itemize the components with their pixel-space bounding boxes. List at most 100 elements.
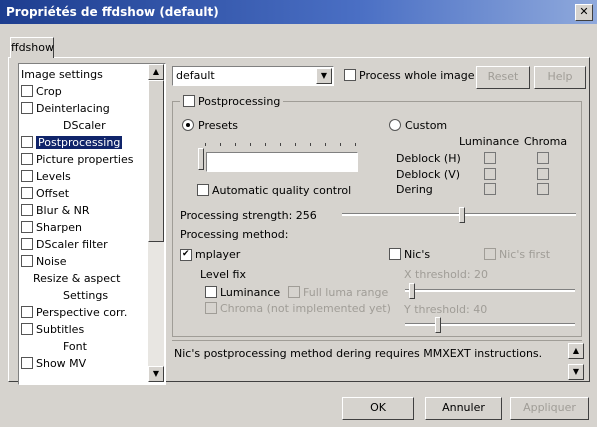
process-whole-image-checkbox[interactable]: Process whole image [344, 69, 475, 82]
method-label: Processing method: [180, 228, 289, 241]
nics-checkbox[interactable]: Nic's [389, 248, 430, 261]
deblock-h-luma-checkbox[interactable] [484, 152, 496, 164]
sidebar-item-label: Offset [36, 187, 70, 200]
sidebar-item-label: DScaler filter [36, 238, 108, 251]
sidebar-item-checkbox[interactable] [21, 204, 33, 216]
dering-label: Dering [396, 183, 433, 196]
x-threshold-track[interactable] [405, 289, 575, 292]
sidebar-item[interactable]: Levels [21, 168, 71, 185]
sidebar-item[interactable]: Deinterlacing [21, 100, 110, 117]
strength-slider[interactable] [459, 207, 465, 223]
scroll-down-icon[interactable]: ▼ [148, 366, 164, 382]
deblock-v-chroma-checkbox[interactable] [537, 168, 549, 180]
custom-radio[interactable]: Custom [389, 119, 447, 132]
sidebar-item[interactable]: DScaler [63, 117, 106, 134]
sidebar-item[interactable]: Offset [21, 185, 69, 202]
sidebar-item[interactable]: Resize & aspect [33, 270, 120, 287]
custom-label: Custom [405, 119, 448, 132]
postprocessing-group-label: Postprocessing [198, 95, 281, 108]
postprocessing-checkbox[interactable] [183, 95, 195, 107]
luminance-box[interactable] [205, 286, 217, 298]
sidebar-item[interactable]: Perspective corr. [21, 304, 127, 321]
auto-quality-checkbox[interactable]: Automatic quality control [197, 184, 351, 197]
presets-radio-button[interactable] [182, 119, 194, 131]
sidebar-item-checkbox[interactable] [21, 102, 33, 114]
nics-label: Nic's [404, 248, 431, 261]
sidebar-item-checkbox[interactable] [21, 255, 33, 267]
sidebar-item-label: Subtitles [36, 323, 85, 336]
presets-radio[interactable]: Presets [182, 119, 238, 132]
deblock-h-chroma-checkbox[interactable] [537, 152, 549, 164]
chevron-down-icon[interactable]: ▼ [316, 68, 332, 84]
help-button[interactable]: Help [534, 66, 586, 89]
tree-scrollbar[interactable]: ▲ ▼ [148, 64, 164, 382]
sidebar-item-checkbox[interactable] [21, 238, 33, 250]
sidebar-item[interactable]: Sharpen [21, 219, 82, 236]
sidebar-item-checkbox[interactable] [21, 306, 33, 318]
nics-first-checkbox[interactable]: Nic's first [484, 248, 550, 261]
sidebar-item[interactable]: Show MV [21, 355, 86, 372]
chroma-box[interactable] [205, 302, 217, 314]
full-luma-checkbox[interactable]: Full luma range [288, 286, 388, 299]
mplayer-box[interactable] [180, 249, 192, 261]
sidebar-item[interactable]: DScaler filter [21, 236, 108, 253]
luminance-checkbox[interactable]: Luminance [205, 286, 280, 299]
sidebar-item-label: Noise [36, 255, 67, 268]
sidebar-item[interactable]: Font [63, 338, 87, 355]
postprocessing-toggle[interactable]: Postprocessing [180, 95, 284, 108]
sidebar-item[interactable]: Settings [63, 287, 108, 304]
sidebar-item-checkbox[interactable] [21, 153, 33, 165]
title-bar[interactable]: Propriétés de ffdshow (default) ✕ [0, 0, 597, 24]
full-luma-box[interactable] [288, 286, 300, 298]
y-threshold-track[interactable] [405, 323, 575, 326]
sidebar-item-label: Picture properties [36, 153, 134, 166]
dering-chroma-checkbox[interactable] [537, 183, 549, 195]
sidebar-item-checkbox[interactable] [21, 357, 33, 369]
sidebar-item-checkbox[interactable] [21, 85, 33, 97]
settings-tree[interactable]: Image settings Crop Deinterlacing DScaler Po… [18, 63, 166, 385]
sidebar-item-checkbox[interactable] [21, 187, 33, 199]
tab-ffdshow[interactable]: ffdshow [10, 37, 54, 58]
sidebar-item[interactable]: Picture properties [21, 151, 133, 168]
sidebar-item[interactable]: Blur & NR [21, 202, 90, 219]
close-icon[interactable]: ✕ [575, 4, 593, 21]
sidebar-item-checkbox[interactable] [21, 136, 33, 148]
y-threshold-slider[interactable] [435, 317, 441, 333]
sidebar-item-checkbox[interactable] [21, 323, 33, 335]
sidebar-item-label: Image settings [21, 68, 103, 81]
reset-button[interactable]: Reset [476, 66, 530, 89]
sidebar-item[interactable]: Noise [21, 253, 67, 270]
x-threshold-slider[interactable] [409, 283, 415, 299]
nics-first-box[interactable] [484, 248, 496, 260]
custom-radio-button[interactable] [389, 119, 401, 131]
scroll-thumb[interactable] [148, 80, 164, 242]
chroma-checkbox[interactable]: Chroma (not implemented yet) [205, 302, 391, 315]
preset-level-slider[interactable] [198, 148, 204, 170]
status-scroll-down-icon[interactable]: ▼ [568, 364, 584, 380]
dering-luma-checkbox[interactable] [484, 183, 496, 195]
status-scroll-up-icon[interactable]: ▲ [568, 343, 584, 359]
tick-mark [355, 143, 356, 146]
ok-button[interactable]: OK [342, 397, 414, 420]
tick-mark [250, 143, 251, 146]
cancel-button[interactable]: Annuler [425, 397, 502, 420]
preset-select[interactable]: default ▼ [172, 66, 334, 86]
sidebar-item[interactable]: Crop [21, 83, 62, 100]
sidebar-item[interactable]: Image settings [21, 66, 103, 83]
sidebar-item[interactable]: Postprocessing [21, 134, 123, 151]
mplayer-checkbox[interactable]: mplayer [180, 248, 240, 261]
deblock-v-luma-checkbox[interactable] [484, 168, 496, 180]
apply-button[interactable]: Appliquer [510, 397, 589, 420]
nics-first-label: Nic's first [499, 248, 551, 261]
sidebar-item-checkbox[interactable] [21, 221, 33, 233]
scroll-up-icon[interactable]: ▲ [148, 64, 164, 80]
sidebar-item-label: Show MV [36, 357, 87, 370]
sidebar-item[interactable]: Subtitles [21, 321, 84, 338]
sidebar-item-checkbox[interactable] [21, 170, 33, 182]
status-panel: Nic's postprocessing method dering requi… [172, 340, 584, 381]
strength-label: Processing strength: 256 [180, 209, 317, 222]
process-whole-image-box[interactable] [344, 69, 356, 81]
auto-quality-box[interactable] [197, 184, 209, 196]
sidebar-item-label: Perspective corr. [36, 306, 128, 319]
nics-box[interactable] [389, 248, 401, 260]
